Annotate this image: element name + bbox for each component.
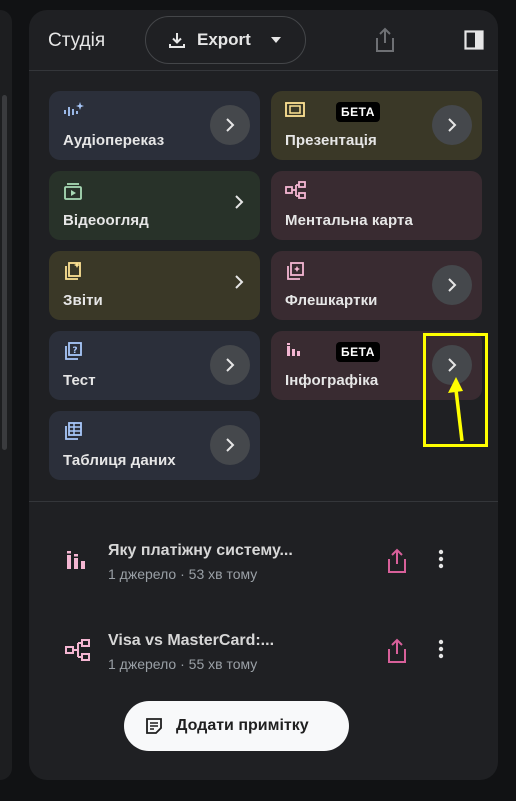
chevron-right-icon	[448, 278, 457, 292]
share-icon[interactable]	[384, 547, 410, 575]
export-button[interactable]: Export	[145, 16, 306, 64]
quiz-icon: ?	[65, 342, 82, 360]
panel-toggle-icon[interactable]	[464, 30, 484, 50]
scrollbar[interactable]	[2, 95, 7, 450]
tile-label: Аудіопереказ	[63, 132, 165, 149]
video-icon	[64, 183, 82, 200]
tile-reports[interactable]: Звіти	[49, 251, 260, 320]
more-vert-icon[interactable]	[438, 639, 444, 659]
left-panel-edge	[0, 10, 12, 780]
flashcards-icon	[287, 262, 304, 280]
share-icon[interactable]	[384, 637, 410, 665]
studio-header: Студія Export	[29, 10, 498, 71]
tile-audio-overview[interactable]: Аудіопереказ	[49, 91, 260, 160]
audio-sparkle-icon	[64, 102, 84, 116]
open-arrow-button[interactable]	[210, 105, 250, 145]
list-item[interactable]: Яку платіжну систему... 1 джерело · 53 х…	[29, 531, 498, 591]
note-title: Visa vs MasterCard:...	[108, 632, 275, 649]
divider	[29, 501, 498, 502]
tile-video-overview[interactable]: Відеоогляд	[49, 171, 260, 240]
open-arrow-button[interactable]	[432, 105, 472, 145]
export-label: Export	[197, 30, 251, 49]
open-arrow-button[interactable]	[210, 345, 250, 385]
tile-label: Презентація	[285, 132, 377, 149]
infographic-icon	[67, 551, 85, 569]
tile-quiz[interactable]: ? Тест	[49, 331, 260, 400]
slides-icon	[285, 102, 305, 117]
chevron-right-icon	[226, 118, 235, 132]
note-title: Яку платіжну систему...	[108, 542, 293, 559]
share-icon[interactable]	[372, 26, 398, 54]
chevron-down-icon	[270, 37, 281, 43]
tile-label: Ментальна карта	[285, 212, 413, 229]
tile-label: Флешкартки	[285, 292, 378, 309]
tile-label: Звіти	[63, 292, 103, 309]
reports-icon	[65, 262, 81, 280]
note-icon	[146, 718, 162, 734]
beta-badge: БЕТА	[336, 102, 380, 122]
note-meta: 1 джерело · 55 хв тому	[108, 656, 258, 672]
highlight-box	[423, 333, 488, 447]
tile-mind-map[interactable]: Ментальна карта	[271, 171, 482, 240]
tile-flashcards[interactable]: Флешкартки	[271, 251, 482, 320]
tile-label: Таблиця даних	[63, 452, 176, 469]
tile-presentation[interactable]: БЕТА Презентація	[271, 91, 482, 160]
table-icon	[65, 422, 82, 440]
tile-label: Тест	[63, 372, 96, 389]
add-note-label: Додати примітку	[176, 717, 309, 734]
mindmap-icon	[65, 639, 90, 661]
chevron-right-icon	[448, 118, 457, 132]
chevron-right-icon	[226, 358, 235, 372]
tile-data-table[interactable]: Таблиця даних	[49, 411, 260, 480]
chevron-right-icon[interactable]	[234, 275, 244, 289]
chevron-right-icon[interactable]	[234, 195, 244, 209]
more-vert-icon[interactable]	[438, 549, 444, 569]
svg-text:?: ?	[72, 346, 77, 356]
download-icon	[169, 33, 185, 48]
open-arrow-button[interactable]	[210, 425, 250, 465]
tile-label: Відеоогляд	[63, 212, 149, 229]
open-arrow-button[interactable]	[432, 265, 472, 305]
beta-badge: БЕТА	[336, 342, 380, 362]
infographic-icon	[287, 343, 300, 356]
page-title: Студія	[48, 30, 106, 51]
note-meta: 1 джерело · 53 хв тому	[108, 566, 258, 582]
add-note-button[interactable]: Додати примітку	[124, 701, 349, 751]
tile-label: Інфографіка	[285, 372, 379, 389]
mindmap-icon	[285, 181, 306, 199]
chevron-right-icon	[226, 438, 235, 452]
list-item[interactable]: Visa vs MasterCard:... 1 джерело · 55 хв…	[29, 621, 498, 681]
